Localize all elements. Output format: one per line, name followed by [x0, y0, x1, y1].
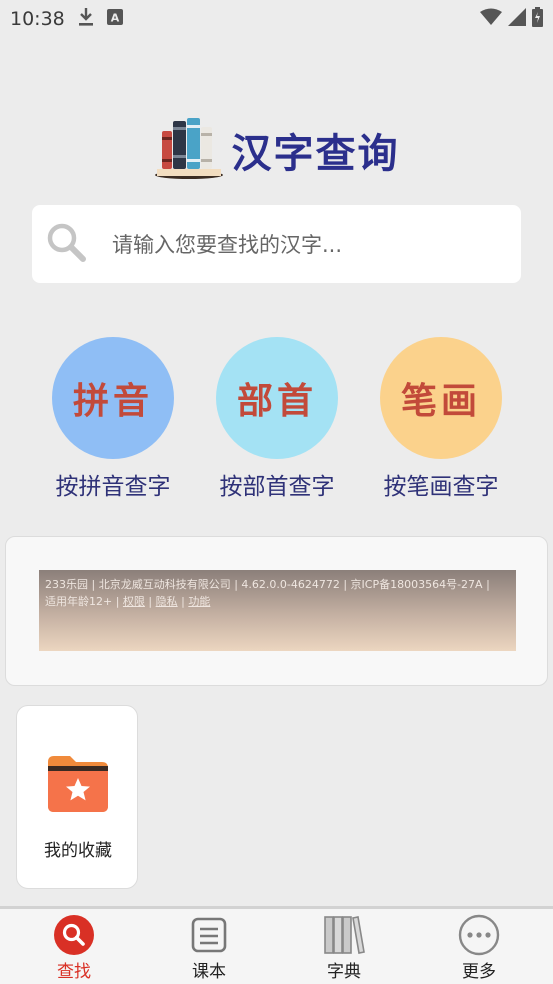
tab-more[interactable]: 更多 — [434, 914, 524, 984]
pinyin-label: 按拼音查字 — [55, 474, 171, 500]
tab-search-label: 查找 — [57, 962, 91, 982]
stroke-icon: 笔画 — [380, 337, 502, 459]
rights-link[interactable]: 权限 — [123, 595, 145, 608]
features-link[interactable]: 功能 — [188, 595, 210, 608]
privacy-link[interactable]: 隐私 — [156, 595, 178, 608]
signal-icon — [508, 7, 526, 31]
pinyin-icon: 拼音 — [52, 337, 174, 459]
status-time: 10:38 — [10, 8, 65, 30]
search-icon — [46, 222, 86, 266]
app-header: 汉字查询 — [0, 115, 553, 185]
radical-label: 按部首查字 — [219, 474, 335, 500]
ad-info-line1: 233乐园 | 北京龙威互动科技有限公司 | 4.62.0.0-4624772 … — [45, 578, 490, 591]
search-placeholder: 请输入您要查找的汉字... — [112, 233, 343, 257]
bottom-nav: 查找 课本 字典 更多 — [0, 906, 553, 984]
lookup-by-pinyin[interactable]: 拼音 按拼音查字 — [43, 337, 183, 501]
favorites-card[interactable]: 我的收藏 — [16, 705, 138, 889]
status-right — [480, 6, 543, 32]
tab-textbook-label: 课本 — [192, 962, 226, 982]
search-icon — [29, 915, 119, 955]
lookup-by-stroke[interactable]: 笔画 按笔画查字 — [371, 337, 511, 501]
tab-more-label: 更多 — [462, 962, 496, 982]
star-folder-icon — [46, 754, 110, 818]
keyboard-a-icon: A — [106, 8, 123, 30]
app-title: 汉字查询 — [231, 131, 400, 177]
battery-icon — [532, 6, 543, 32]
status-left: 10:38 A — [10, 7, 123, 32]
tab-dictionary-label: 字典 — [327, 962, 361, 982]
stroke-label: 按笔画查字 — [383, 474, 499, 500]
lookup-by-radical[interactable]: 部首 按部首查字 — [207, 337, 347, 501]
books-logo-icon — [154, 115, 224, 185]
search-input[interactable]: 请输入您要查找的汉字... — [32, 205, 521, 283]
tab-search[interactable]: 查找 — [29, 915, 119, 984]
download-icon — [77, 7, 95, 32]
more-icon — [434, 914, 524, 956]
wifi-icon — [480, 8, 502, 31]
dictionary-icon — [299, 915, 389, 955]
tab-dictionary[interactable]: 字典 — [299, 915, 389, 984]
svg-text:A: A — [111, 12, 120, 25]
lookup-methods: 拼音 按拼音查字 部首 按部首查字 笔画 按笔画查字 — [0, 337, 553, 507]
ad-banner[interactable]: 233乐园 | 北京龙威互动科技有限公司 | 4.62.0.0-4624772 … — [39, 570, 516, 651]
status-bar: 10:38 A — [0, 0, 553, 38]
favorites-label: 我的收藏 — [44, 841, 112, 861]
ad-info-line2: 适用年龄12+ | 权限 | 隐私 | 功能 — [45, 595, 211, 608]
tab-textbook[interactable]: 课本 — [164, 915, 254, 984]
ad-card: 233乐园 | 北京龙威互动科技有限公司 | 4.62.0.0-4624772 … — [5, 536, 548, 686]
radical-icon: 部首 — [216, 337, 338, 459]
textbook-icon — [164, 915, 254, 955]
